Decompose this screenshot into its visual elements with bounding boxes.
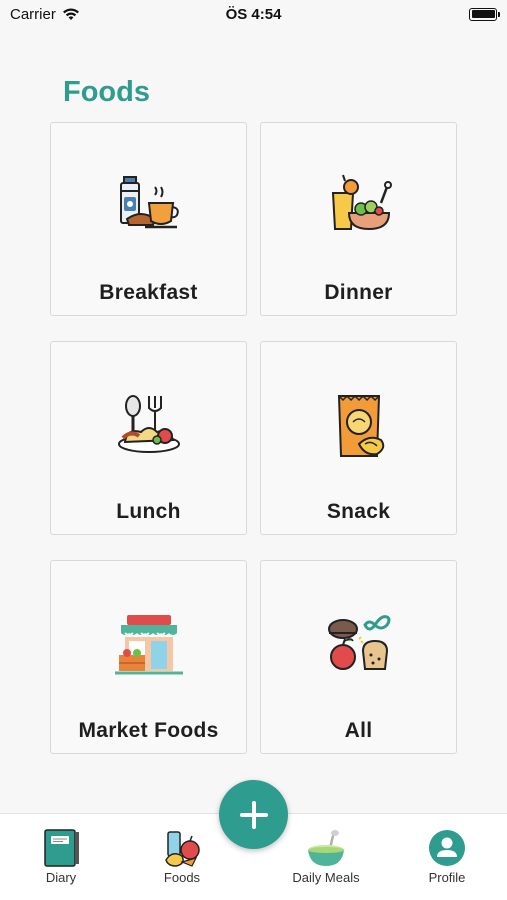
category-label: Market Foods [78, 719, 219, 742]
breakfast-icon [119, 176, 179, 229]
tab-profile[interactable]: Profile [402, 828, 492, 885]
snack-icon [337, 394, 384, 457]
tab-diary[interactable]: Diary [16, 828, 106, 885]
category-label: Breakfast [99, 281, 198, 304]
status-left: Carrier [10, 6, 80, 23]
category-grid: Breakfast Dinner Lunch Snack Market Food… [50, 122, 458, 754]
category-card-dinner[interactable]: Dinner [260, 122, 457, 316]
status-bar: Carrier ÖS 4:54 [0, 0, 507, 28]
tab-label: Foods [163, 870, 201, 885]
carrier-label: Carrier [10, 5, 56, 23]
market-icon [114, 615, 183, 675]
lunch-icon [117, 395, 180, 453]
tab-label: Profile [428, 870, 466, 885]
category-card-lunch[interactable]: Lunch [50, 341, 247, 535]
tab-label: Diary [45, 870, 77, 885]
add-button[interactable] [219, 780, 288, 849]
battery-icon [469, 7, 500, 21]
bowl-icon [308, 830, 344, 866]
category-label: Snack [326, 500, 391, 523]
all-foods-icon [327, 615, 390, 670]
dinner-icon [331, 174, 392, 231]
category-card-market-foods[interactable]: Market Foods [50, 560, 247, 754]
plus-icon [239, 800, 268, 829]
category-label: Lunch [116, 500, 181, 523]
category-card-snack[interactable]: Snack [260, 341, 457, 535]
wifi-icon [62, 8, 79, 20]
category-label: Dinner [324, 281, 393, 304]
tab-label: Daily Meals [292, 870, 360, 885]
page-title: Foods [63, 76, 150, 108]
category-card-breakfast[interactable]: Breakfast [50, 122, 247, 316]
category-card-all[interactable]: All [260, 560, 457, 754]
foods-icon [165, 831, 200, 867]
diary-icon [44, 829, 79, 867]
tab-daily-meals[interactable]: Daily Meals [281, 828, 371, 885]
tab-foods[interactable]: Foods [137, 828, 227, 885]
category-label: All [344, 719, 373, 742]
profile-icon [429, 830, 465, 866]
